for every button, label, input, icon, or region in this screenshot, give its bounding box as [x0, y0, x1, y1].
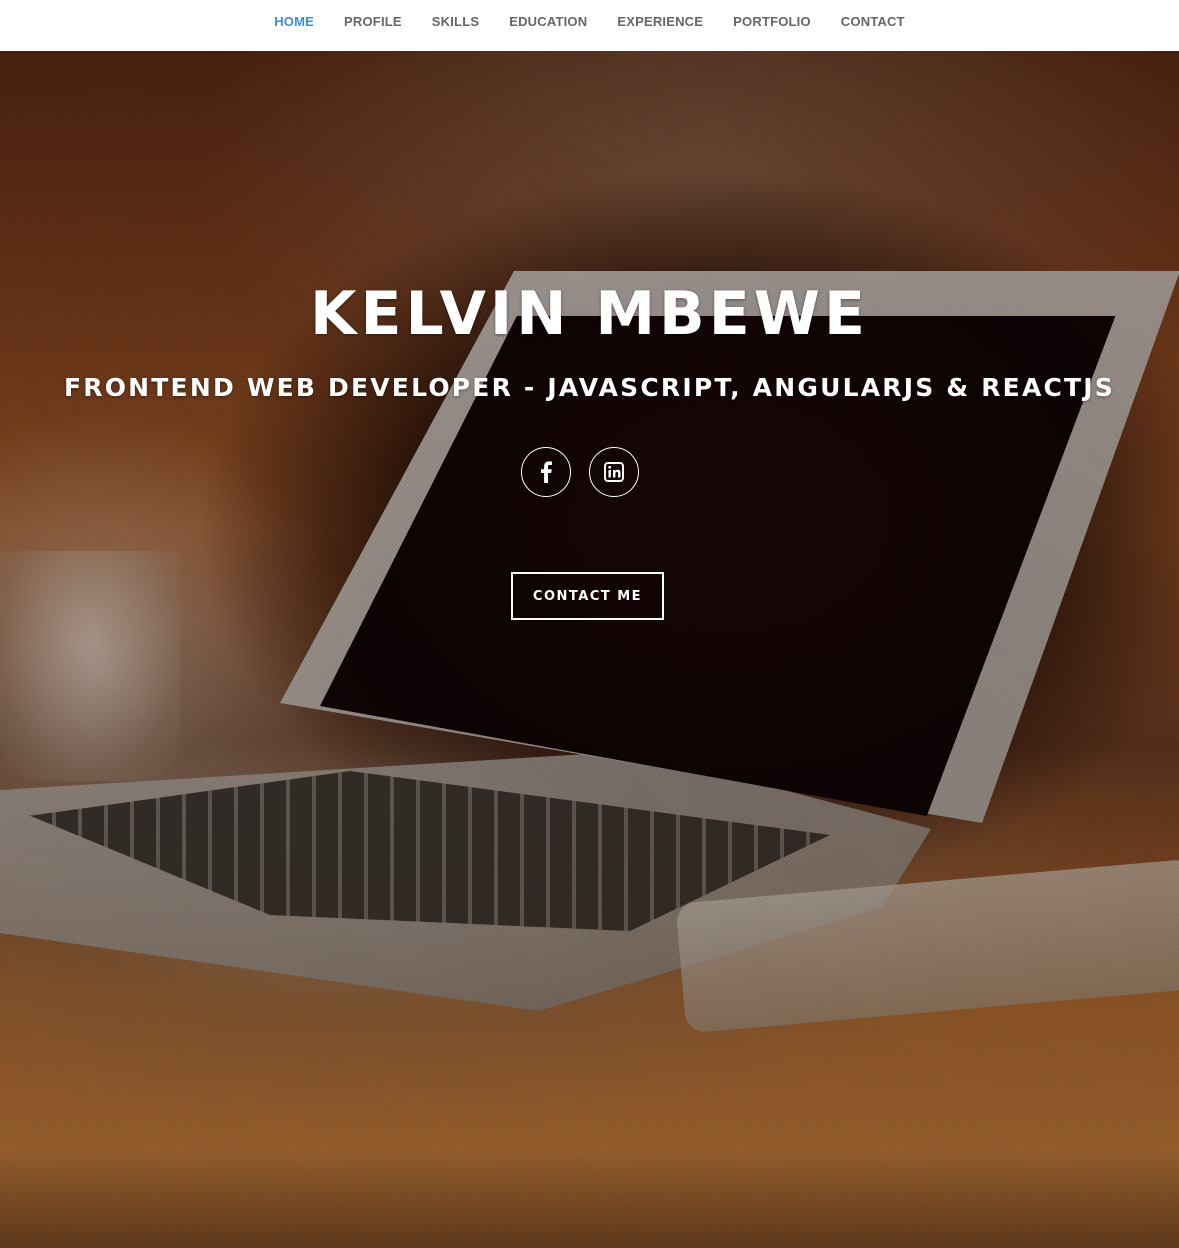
nav-link-education[interactable]: EDUCATION [509, 14, 587, 29]
facebook-button[interactable] [521, 447, 571, 497]
nav-link-home[interactable]: HOME [274, 14, 314, 29]
linkedin-button[interactable] [589, 447, 639, 497]
nav-link-skills[interactable]: SKILLS [432, 14, 479, 29]
nav-menu: HOME PROFILE SKILLS EDUCATION EXPERIENCE… [0, 0, 1179, 44]
nav-link-contact[interactable]: CONTACT [841, 14, 905, 29]
nav-item-education: EDUCATION [494, 13, 602, 31]
nav-link-experience[interactable]: EXPERIENCE [617, 14, 703, 29]
contact-me-button[interactable]: CONTACT ME [511, 572, 664, 620]
facebook-icon [541, 461, 552, 483]
nav-item-contact: CONTACT [826, 13, 920, 31]
nav-item-home: HOME [259, 13, 329, 31]
nav-item-profile: PROFILE [329, 13, 417, 31]
hero-name-heading: KELVIN MBEWE [310, 279, 869, 349]
nav-link-portfolio[interactable]: PORTFOLIO [733, 14, 811, 29]
nav-link-profile[interactable]: PROFILE [344, 14, 402, 29]
nav-item-portfolio: PORTFOLIO [718, 13, 826, 31]
hero-section: KELVIN MBEWE FRONTEND WEB DEVELOPER - JA… [0, 51, 1179, 1248]
hero-pattern-overlay [0, 51, 1179, 1248]
nav-item-skills: SKILLS [417, 13, 494, 31]
hero-subtitle: FRONTEND WEB DEVELOPER - JAVASCRIPT, ANG… [64, 373, 1115, 402]
linkedin-icon [604, 462, 624, 482]
top-navigation: HOME PROFILE SKILLS EDUCATION EXPERIENCE… [0, 0, 1179, 51]
nav-item-experience: EXPERIENCE [602, 13, 718, 31]
social-links [521, 447, 639, 497]
